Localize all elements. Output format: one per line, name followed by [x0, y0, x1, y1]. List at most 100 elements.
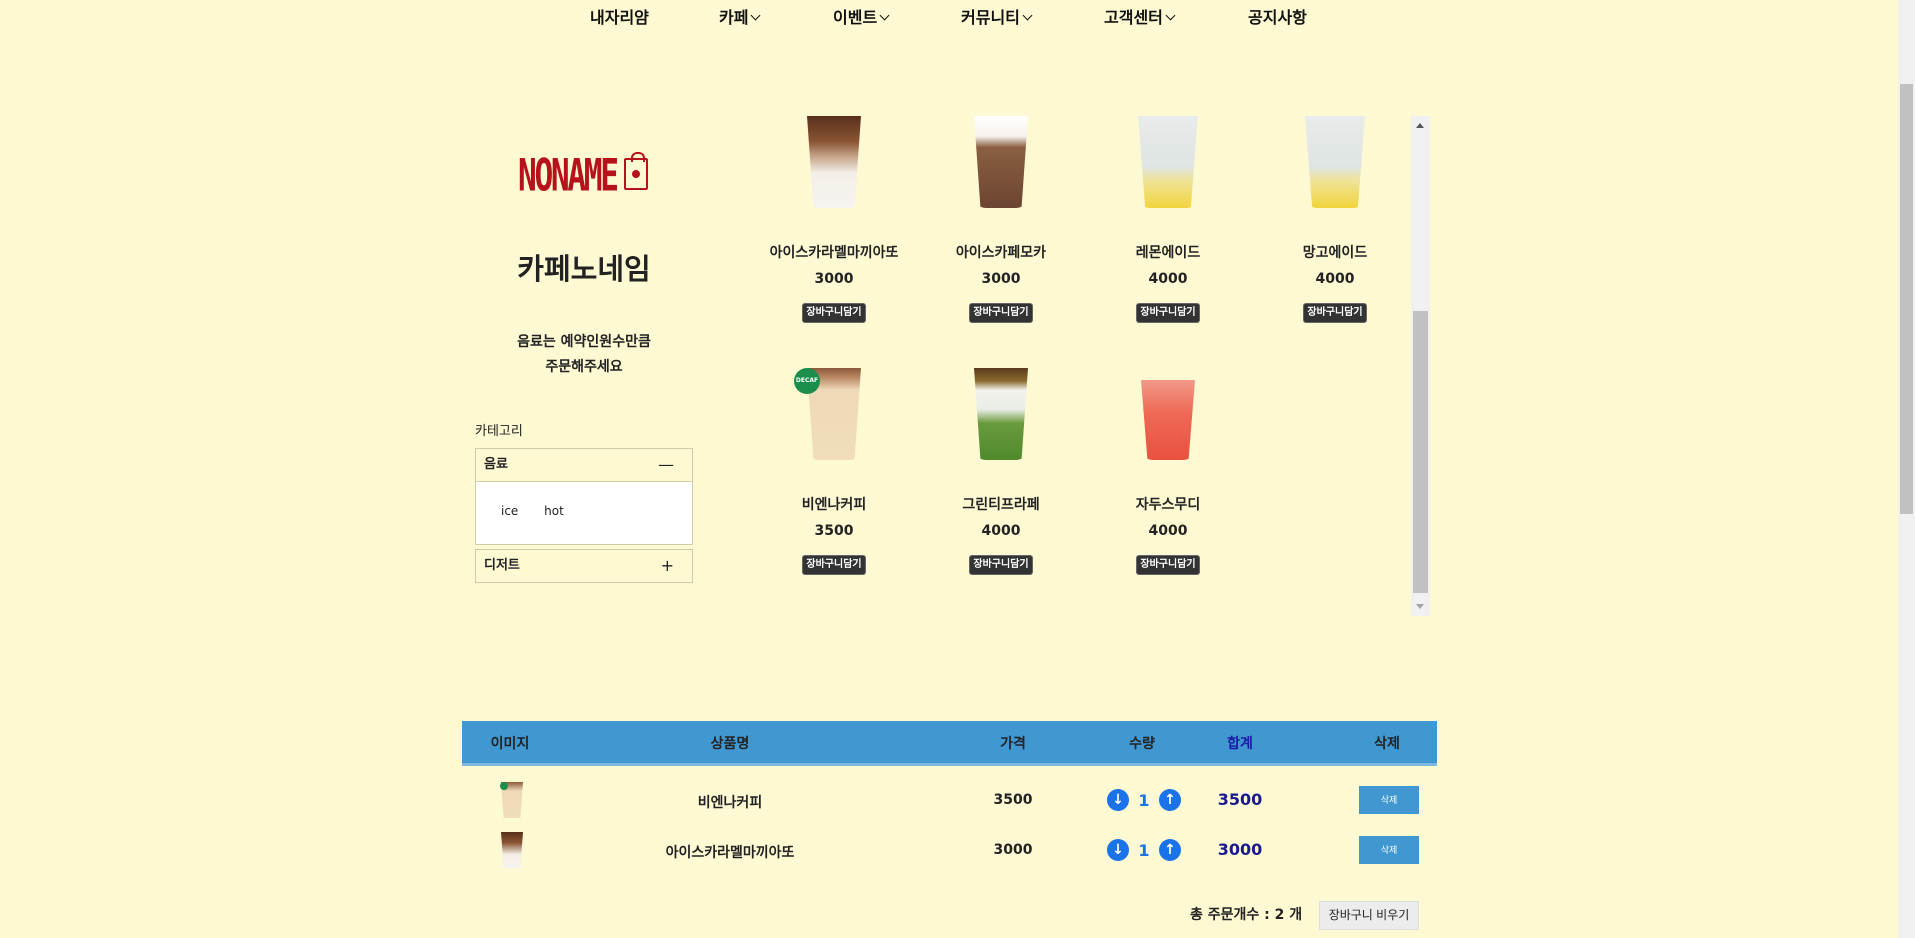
chevron-down-icon	[879, 10, 890, 21]
quantity-increase-icon[interactable]: ↑	[1159, 789, 1181, 811]
cart-item-price: 3000	[993, 842, 1033, 858]
cart-item-name: 아이스카라멜마끼아또	[665, 845, 795, 861]
shopping-bag-icon	[624, 152, 648, 190]
product-price: 4000	[1148, 523, 1188, 539]
logo-text: NONAME	[518, 150, 619, 202]
green-tea-frappe-image	[974, 368, 1028, 460]
add-to-cart-button[interactable]: 장바구니담기	[969, 303, 1033, 323]
category-subitems: ice hot	[476, 481, 692, 544]
delete-item-button[interactable]: 삭제	[1359, 836, 1419, 864]
nav-label: 커뮤니티	[961, 8, 1020, 27]
quantity-stepper: ↓ 1 ↑	[1107, 788, 1181, 812]
quantity-stepper: ↓ 1 ↑	[1107, 838, 1181, 862]
product-price: 3000	[981, 271, 1021, 287]
nav-item-event[interactable]: 이벤트	[833, 4, 890, 28]
header-name: 상품명	[710, 736, 750, 752]
nav-item-cafe[interactable]: 카페	[719, 4, 761, 28]
product-price: 4000	[1148, 271, 1188, 287]
scrollbar-thumb[interactable]	[1413, 311, 1428, 593]
iced-caramel-macchiato-thumbnail	[498, 830, 526, 870]
notice-line: 음료는 예약인원수만큼	[517, 334, 651, 350]
iced-caramel-macchiato-image	[807, 116, 861, 208]
category-accordion-dessert: 디저트 +	[475, 549, 693, 583]
vienna-coffee-image: DECAF	[794, 368, 874, 468]
category-toggle-drinks[interactable]: 음료 —	[476, 449, 692, 481]
vienna-coffee-thumbnail	[498, 780, 526, 820]
quantity-value: 1	[1138, 840, 1150, 860]
product-grid: 아이스카라멜마끼아또 3000 장바구니담기 아이스카페모카 3000 장바구니…	[732, 116, 1412, 616]
notice-line: 주문해주세요	[545, 359, 623, 375]
header-delete: 삭제	[1374, 736, 1400, 752]
nav-label: 공지사항	[1248, 8, 1307, 27]
page-scrollbar[interactable]	[1898, 0, 1915, 938]
decaf-badge: DECAF	[794, 368, 820, 394]
scroll-down-arrow-icon[interactable]	[1416, 604, 1424, 609]
add-to-cart-button[interactable]: 장바구니담기	[802, 555, 866, 575]
cart-row: 아이스카라멜마끼아또 3000 ↓ 1 ↑ 3000 삭제	[462, 826, 1437, 876]
product-name: 그린티프라페	[962, 497, 1040, 513]
nav-label: 내자리얌	[590, 8, 649, 27]
category-toggle-dessert[interactable]: 디저트 +	[476, 550, 692, 582]
nav-label: 카페	[719, 8, 749, 27]
add-to-cart-button[interactable]: 장바구니담기	[1136, 555, 1200, 575]
product-price: 4000	[1315, 271, 1355, 287]
product-price: 4000	[981, 523, 1021, 539]
nav-label: 이벤트	[833, 8, 878, 27]
add-to-cart-button[interactable]: 장바구니담기	[1136, 303, 1200, 323]
header-qty: 수량	[1129, 736, 1155, 752]
plum-smoothie-image	[1141, 380, 1195, 460]
cart-item-name: 비엔나커피	[697, 795, 763, 811]
add-to-cart-button[interactable]: 장바구니담기	[1303, 303, 1367, 323]
product-price: 3000	[814, 271, 854, 287]
product-name: 아이스카라멜마끼아또	[769, 245, 899, 261]
chevron-down-icon	[751, 10, 761, 21]
iced-cafe-mocha-image	[974, 116, 1028, 208]
product-name: 레몬에이드	[1135, 245, 1201, 261]
order-count-summary: 총 주문개수 : 2 개	[1190, 907, 1303, 923]
product-name: 자두스무디	[1135, 497, 1201, 513]
quantity-value: 1	[1138, 790, 1150, 810]
add-to-cart-button[interactable]: 장바구니담기	[969, 555, 1033, 575]
cart-row: 비엔나커피 3500 ↓ 1 ↑ 3500 삭제	[462, 776, 1437, 826]
cart-item-price: 3500	[993, 792, 1033, 808]
delete-item-button[interactable]: 삭제	[1359, 786, 1419, 814]
quantity-decrease-icon[interactable]: ↓	[1107, 789, 1129, 811]
chevron-down-icon	[1022, 10, 1033, 21]
category-label: 디저트	[484, 558, 520, 573]
category-heading: 카테고리	[475, 424, 523, 439]
brand-logo: NONAME	[518, 150, 650, 202]
scroll-up-arrow-icon[interactable]	[1416, 123, 1424, 128]
mangoade-image	[1305, 116, 1365, 208]
scrollbar-thumb[interactable]	[1900, 84, 1913, 514]
category-accordion-drinks: 음료 — ice hot	[475, 448, 693, 545]
cafe-title: 카페노네임	[517, 252, 651, 286]
header-price: 가격	[1000, 736, 1026, 752]
category-label: 음료	[484, 457, 508, 472]
product-name: 망고에이드	[1302, 245, 1368, 261]
cart-item-total: 3500	[1217, 790, 1263, 809]
product-name: 비엔나커피	[801, 497, 867, 513]
header-image: 이미지	[490, 736, 530, 752]
quantity-decrease-icon[interactable]: ↓	[1107, 839, 1129, 861]
nav-item-support[interactable]: 고객센터	[1104, 4, 1176, 28]
minus-icon: —	[658, 455, 674, 474]
lemonade-image	[1138, 116, 1198, 208]
plus-icon: +	[660, 556, 674, 575]
top-nav: 내자리얌 카페 이벤트 커뮤니티 고객센터 공지사항	[0, 0, 1898, 32]
empty-cart-button[interactable]: 장바구니 비우기	[1319, 901, 1419, 930]
cart-item-total: 3000	[1217, 840, 1263, 859]
nav-item-notice[interactable]: 공지사항	[1248, 4, 1307, 28]
nav-item-naejariyam[interactable]: 내자리얌	[590, 4, 649, 28]
chevron-down-icon	[1165, 10, 1176, 21]
quantity-increase-icon[interactable]: ↑	[1159, 839, 1181, 861]
nav-label: 고객센터	[1104, 8, 1163, 27]
product-price: 3500	[814, 523, 854, 539]
subcategory-hot[interactable]: hot	[544, 504, 564, 518]
product-name: 아이스카페모카	[955, 245, 1047, 261]
header-total: 합계	[1227, 736, 1253, 752]
product-grid-scrollbar[interactable]	[1411, 116, 1430, 616]
add-to-cart-button[interactable]: 장바구니담기	[802, 303, 866, 323]
cart-table-header: 이미지 상품명 가격 수량 합계 삭제	[462, 721, 1437, 766]
nav-item-community[interactable]: 커뮤니티	[961, 4, 1033, 28]
subcategory-ice[interactable]: ice	[501, 504, 518, 518]
